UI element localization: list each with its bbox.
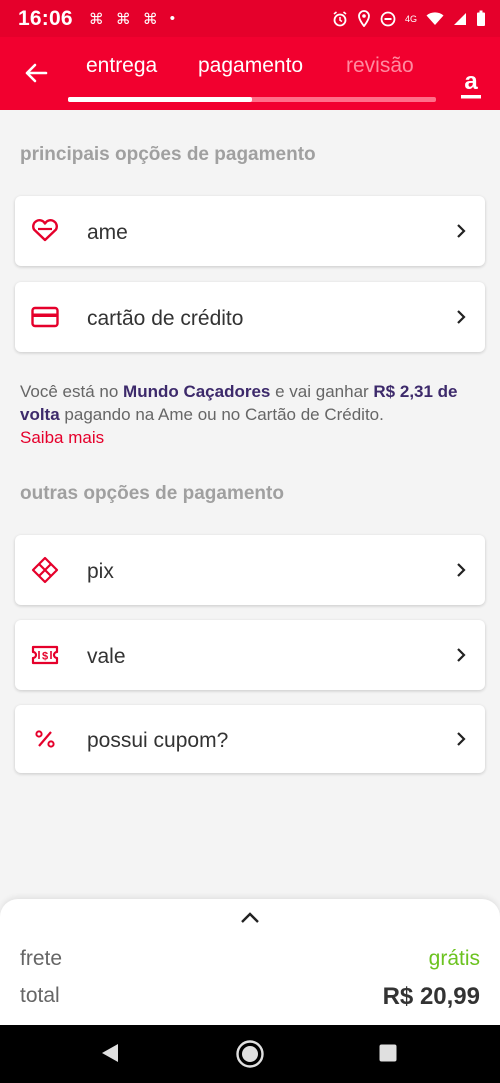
tab-pagamento[interactable]: pagamento (198, 54, 303, 78)
more-dot-icon: • (169, 10, 175, 27)
voucher-icon: $ (31, 641, 59, 669)
percent-icon (31, 725, 59, 753)
pix-icon (31, 556, 59, 584)
alarm-icon (333, 10, 347, 26)
chevron-right-icon (457, 732, 466, 746)
app-notification-icon: ⌘ (115, 10, 131, 28)
checkout-header: entrega pagamento revisão a (0, 37, 500, 110)
tab-entrega[interactable]: entrega (86, 54, 157, 78)
cashback-middle: e vai ganhar (270, 382, 374, 401)
frete-label: frete (20, 947, 63, 970)
credit-card-icon (31, 303, 59, 331)
location-icon (358, 10, 370, 27)
payment-option-pix[interactable]: pix (15, 535, 485, 605)
checkout-progress-track (68, 97, 436, 102)
chevron-up-icon[interactable] (240, 911, 260, 925)
nav-home-icon[interactable] (235, 1039, 265, 1069)
chevron-right-icon (457, 224, 466, 238)
nav-recents-icon[interactable] (379, 1044, 397, 1062)
payment-option-label: pix (87, 560, 114, 583)
main-options-title: principais opções de pagamento (20, 144, 316, 165)
heart-icon (31, 217, 59, 245)
frete-value: grátis (428, 947, 480, 970)
payment-option-ame[interactable]: ame (15, 196, 485, 266)
svg-text:a: a (464, 69, 478, 95)
tab-revisao[interactable]: revisão (346, 54, 414, 78)
chevron-right-icon (457, 563, 466, 577)
svg-text:$: $ (42, 651, 48, 663)
other-options-title: outras opções de pagamento (20, 483, 284, 504)
status-bar: 16:06 ⌘ ⌘ ⌘ • 4G (0, 0, 500, 37)
total-label: total (20, 984, 60, 1007)
payment-option-label: ame (87, 221, 128, 244)
network-label: 4G (404, 13, 417, 24)
cashback-program: Mundo Caçadores (123, 382, 271, 401)
payment-option-coupon[interactable]: possui cupom? (15, 705, 485, 773)
signal-icon (454, 12, 466, 25)
cashback-info: Você está no Mundo Caçadores e vai ganha… (20, 380, 480, 449)
nav-back-icon[interactable] (100, 1042, 120, 1064)
cashback-suffix: pagando na Ame ou no Cartão de Crédito. (59, 405, 384, 424)
battery-icon (477, 10, 485, 26)
cashback-prefix: Você está no (20, 382, 124, 401)
notification-icons: ⌘ ⌘ ⌘ • (89, 10, 175, 28)
wifi-icon (426, 11, 444, 25)
payment-option-label: possui cupom? (87, 729, 229, 752)
do-not-disturb-icon (380, 11, 396, 26)
status-time: 16:06 (18, 6, 73, 30)
total-value: R$ 20,99 (382, 983, 480, 1010)
system-icons: 4G (332, 10, 486, 27)
americanas-logo[interactable]: a (460, 69, 482, 105)
system-navigation-bar (0, 1025, 500, 1083)
app-notification-icon: ⌘ (142, 10, 158, 28)
payment-option-label: cartão de crédito (87, 307, 244, 330)
payment-option-voucher[interactable]: $ vale (15, 620, 485, 690)
back-arrow-icon[interactable] (22, 59, 50, 87)
chevron-right-icon (457, 648, 466, 662)
app-notification-icon: ⌘ (88, 10, 104, 28)
chevron-right-icon (457, 310, 466, 324)
learn-more-link[interactable]: Saiba mais (20, 428, 104, 447)
payment-option-credit-card[interactable]: cartão de crédito (15, 282, 485, 352)
order-summary-sheet: frete grátis total R$ 20,99 (0, 899, 500, 1025)
checkout-progress-fill (68, 97, 252, 102)
payment-option-label: vale (87, 645, 126, 668)
